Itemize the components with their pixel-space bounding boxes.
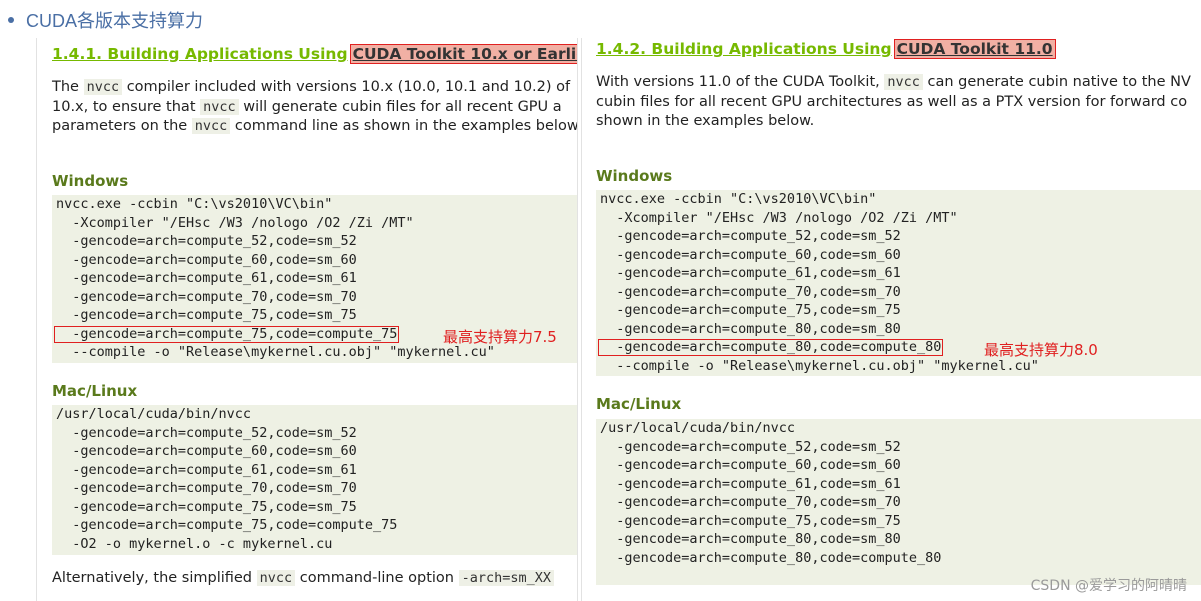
right-panel: 1.4.2. Building Applications Using CUDA … (581, 38, 1201, 601)
code-line: -gencode=arch=compute_52,code=sm_52 (56, 424, 357, 441)
bullet-heading: CUDA各版本支持算力 (8, 6, 203, 34)
code-line: -Xcompiler "/EHsc /W3 /nologo /O2 /Zi /M… (600, 209, 958, 226)
code-line: -gencode=arch=compute_80,code=compute_80 (600, 549, 942, 566)
right-windows-codeblock: nvcc.exe -ccbin "C:\vs2010\VC\bin" -Xcom… (596, 190, 1201, 376)
code-line: -gencode=arch=compute_70,code=sm_70 (600, 494, 901, 510)
left-section-heading: 1.4.1. Building Applications Using CUDA … (52, 44, 577, 64)
left-heading-link[interactable]: 1.4.1. Building Applications Using (52, 45, 348, 63)
left-intro-paragraph: The nvcc compiler included with versions… (52, 78, 578, 137)
code-line: -O2 -o mykernel.o -c mykernel.cu (56, 535, 333, 552)
code-line: /usr/local/cuda/bin/nvcc (600, 420, 796, 436)
code-line: -gencode=arch=compute_52,code=sm_52 (600, 438, 901, 455)
code-line: -gencode=arch=compute_75,code=sm_75 (56, 307, 357, 323)
right-intro-line: cubin files for all recent GPU architect… (596, 93, 1188, 110)
right-windows-heading: Windows (596, 167, 673, 185)
code-line: -gencode=arch=compute_60,code=sm_60 (600, 457, 901, 473)
code-line: -gencode=arch=compute_60,code=sm_60 (56, 251, 357, 268)
max-compute-box: -gencode=arch=compute_75,code=compute_75 (54, 325, 400, 343)
left-mac-codeblock: /usr/local/cuda/bin/nvcc -gencode=arch=c… (52, 405, 577, 555)
code-line: -gencode=arch=compute_61,code=sm_61 (56, 270, 357, 286)
code-line: -gencode=arch=compute_52,code=sm_52 (56, 233, 357, 249)
right-intro-line: shown in the examples below. (596, 113, 815, 129)
code-line: -gencode=arch=compute_70,code=sm_70 (56, 480, 357, 496)
left-mac-heading: Mac/Linux (52, 382, 138, 400)
code-line-highlighted: -gencode=arch=compute_80,code=compute_80 (596, 338, 1201, 357)
code-line: -gencode=arch=compute_61,code=sm_61 (600, 265, 901, 281)
right-max-compute-annotation: 最高支持算力8.0 (984, 341, 1098, 359)
code-line: -gencode=arch=compute_75,code=compute_75 (56, 517, 398, 533)
code-line: --compile -o "Release\mykernel.cu.obj" "… (600, 357, 1039, 374)
left-intro-line: The nvcc compiler included with versions… (52, 79, 571, 95)
code-line: -gencode=arch=compute_52,code=sm_52 (600, 228, 901, 244)
right-mac-codeblock: /usr/local/cuda/bin/nvcc -gencode=arch=c… (596, 419, 1201, 585)
code-line: nvcc.exe -ccbin "C:\vs2010\VC\bin" (600, 191, 877, 207)
page-title: CUDA各版本支持算力 (26, 11, 204, 31)
code-line: -gencode=arch=compute_75,code=sm_75 (56, 498, 357, 515)
code-line: -gencode=arch=compute_70,code=sm_70 (56, 288, 357, 305)
code-line: -Xcompiler "/EHsc /W3 /nologo /O2 /Zi /M… (56, 214, 414, 231)
csdn-watermark: CSDN @爱学习的阿晴晴 (1030, 578, 1187, 594)
code-line: nvcc.exe -ccbin "C:\vs2010\VC\bin" (56, 196, 333, 212)
code-line: -gencode=arch=compute_75,code=sm_75 (600, 512, 901, 529)
right-section-heading: 1.4.2. Building Applications Using CUDA … (596, 39, 1056, 59)
code-line: -gencode=arch=compute_75,code=sm_75 (600, 302, 901, 318)
left-footer-paragraph: Alternatively, the simplified nvcc comma… (52, 569, 554, 589)
right-intro-line: With versions 11.0 of the CUDA Toolkit, … (596, 74, 1191, 90)
right-heading-highlight[interactable]: CUDA Toolkit 11.0 (893, 39, 1056, 59)
code-line: -gencode=arch=compute_80,code=sm_80 (600, 320, 901, 337)
left-max-compute-annotation: 最高支持算力7.5 (443, 328, 557, 346)
right-mac-heading: Mac/Linux (596, 395, 682, 413)
bullet-dot-icon (8, 17, 14, 23)
right-heading-link[interactable]: 1.4.2. Building Applications Using (596, 40, 892, 58)
code-line: -gencode=arch=compute_80,code=sm_80 (600, 531, 901, 547)
left-intro-line: 10.x, to ensure that nvcc will generate … (52, 98, 562, 115)
code-line: -gencode=arch=compute_60,code=sm_60 (56, 443, 357, 459)
code-line: /usr/local/cuda/bin/nvcc (56, 406, 252, 422)
left-panel: 1.4.1. Building Applications Using CUDA … (36, 38, 578, 601)
left-intro-line: parameters on the nvcc command line as s… (52, 118, 578, 134)
code-line: -gencode=arch=compute_70,code=sm_70 (600, 283, 901, 300)
left-windows-heading: Windows (52, 172, 129, 190)
code-line: -gencode=arch=compute_61,code=sm_61 (56, 461, 357, 478)
right-intro-paragraph: With versions 11.0 of the CUDA Toolkit, … (596, 73, 1191, 132)
code-line: -gencode=arch=compute_61,code=sm_61 (600, 475, 901, 492)
code-line: -gencode=arch=compute_60,code=sm_60 (600, 246, 901, 263)
max-compute-box: -gencode=arch=compute_80,code=compute_80 (598, 339, 944, 356)
left-heading-highlight[interactable]: CUDA Toolkit 10.x or Earlier (349, 44, 577, 64)
